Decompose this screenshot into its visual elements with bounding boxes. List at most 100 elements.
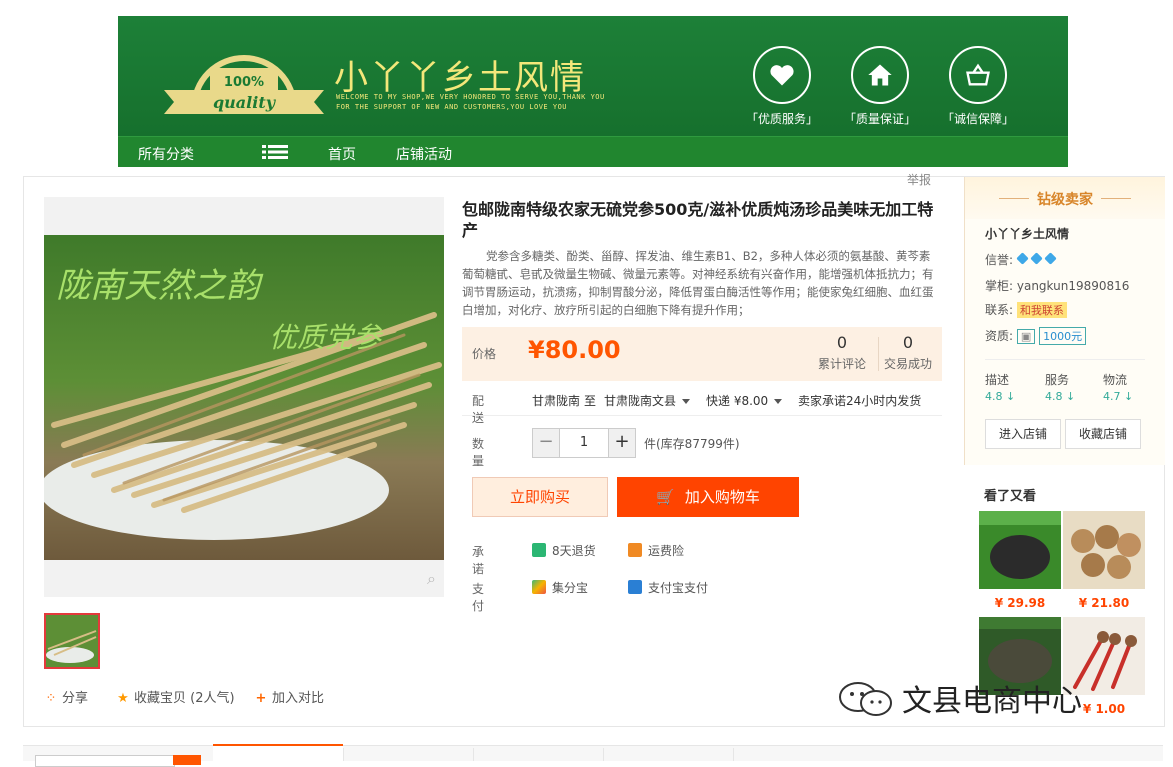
share-button[interactable]: ⁘ 分享: [44, 687, 88, 706]
item-price: ¥ 29.98: [994, 596, 1046, 610]
report-link[interactable]: 举报: [907, 171, 931, 188]
price-value: ¥80.00: [528, 336, 621, 364]
compare-button[interactable]: + 加入对比: [254, 687, 324, 706]
seller-qualification: 资质: ▣ 1000元: [985, 327, 1087, 345]
basket-icon: [949, 46, 1007, 104]
also-viewed-item[interactable]: ¥ 21.80: [1063, 511, 1145, 610]
shop-search-button[interactable]: [173, 755, 201, 765]
deposit-badge[interactable]: 1000元: [1039, 327, 1087, 345]
shop-banner: 100% quality 小丫丫乡土风情 WELCOME TO MY SHOP,…: [118, 16, 1068, 167]
svg-text:100%: 100%: [224, 75, 264, 90]
divider: [985, 359, 1145, 360]
alipay-payment[interactable]: 支付宝支付: [628, 579, 708, 596]
service-quality[interactable]: 「优质服务」: [742, 46, 822, 127]
rating-service: 服务 4.8 ↓: [1045, 373, 1076, 403]
price-label: 价格: [472, 347, 497, 361]
list-menu-icon[interactable]: [262, 145, 288, 159]
reviews-count: 0: [836, 333, 848, 352]
insurance-icon: [628, 543, 642, 557]
product-detail: 举报 陇南天然之韵 优质党参 ⌕ ⁘ 分享 ★ 收藏宝贝 (2人气) + 加入对…: [23, 173, 1165, 727]
service-label: 「诚信保障」: [941, 112, 1014, 126]
zoom-icon[interactable]: ⌕: [427, 569, 436, 589]
quantity-label: 数量: [472, 437, 485, 468]
jifenbao-icon: [532, 580, 546, 594]
seller-name[interactable]: 小丫丫乡土风情: [985, 225, 1069, 242]
quality-badge-logo: 100% quality: [164, 55, 324, 114]
wechat-watermark: 文县电商中心: [838, 676, 1082, 720]
shipping-fee-select[interactable]: 快递 ¥8.00: [706, 392, 783, 409]
buy-now-button[interactable]: 立即购买: [472, 477, 608, 517]
slogan-line-2: FOR THE SUPPORT OF NEW AND CUSTOMERS,YOU…: [336, 103, 568, 111]
cart-icon: 🛒: [656, 488, 675, 506]
chevron-down-icon: [682, 399, 691, 404]
enter-shop-button[interactable]: 进入店铺: [985, 419, 1061, 449]
service-label: 「优质服务」: [745, 112, 818, 126]
star-icon: ★: [117, 691, 129, 706]
also-viewed-item[interactable]: ¥ 29.98: [979, 511, 1061, 610]
share-icon: ⁘: [45, 691, 57, 706]
product-photo[interactable]: 陇南天然之韵 优质党参: [44, 235, 444, 560]
svg-text:陇南天然之韵: 陇南天然之韵: [56, 266, 264, 306]
shipping-from: 甘肃陇南: [532, 394, 581, 408]
service-label: 「质量保证」: [843, 112, 916, 126]
price-panel: 价格 ¥80.00 0 累计评论 0 交易成功: [462, 327, 942, 381]
keeper-name: yangkun19890816: [1016, 279, 1130, 293]
product-gallery: 陇南天然之韵 优质党参 ⌕: [44, 197, 444, 597]
id-card-icon[interactable]: ▣: [1016, 329, 1036, 344]
shop-search-input[interactable]: [35, 755, 175, 767]
deals-label: 交易成功: [883, 357, 932, 371]
tab-active[interactable]: [213, 744, 343, 762]
chevron-down-icon: [774, 399, 783, 404]
heart-icon: [753, 46, 811, 104]
return-policy-link[interactable]: 8天退货: [532, 542, 596, 559]
seller-contact: 联系: 和我联系: [985, 301, 1067, 318]
shipping-destination-select[interactable]: 甘肃陇南文县: [604, 392, 691, 409]
reviews-label: 累计评论: [817, 357, 866, 371]
decor-line: [1101, 198, 1131, 199]
divider: [603, 748, 604, 761]
item-price: ¥ 21.80: [1078, 596, 1130, 610]
stock-info: 件(库存87799件): [644, 437, 740, 451]
product-thumbnail[interactable]: [44, 613, 100, 669]
shipping-label: 配送: [472, 394, 485, 425]
contact-seller-button[interactable]: 和我联系: [1016, 302, 1067, 318]
shipping-insurance-link[interactable]: 运费险: [628, 542, 684, 559]
favorite-button[interactable]: ★ 收藏宝贝 (2人气): [116, 687, 234, 706]
home-icon: [851, 46, 909, 104]
seller-level-header: 钻级卖家: [965, 177, 1165, 219]
seven-day-return-icon: [532, 543, 546, 557]
also-viewed-title: 看了又看: [984, 489, 1037, 504]
rating-description: 描述 4.8 ↓: [985, 373, 1016, 403]
nav-activities[interactable]: 店铺活动: [396, 144, 452, 164]
divider: [343, 748, 344, 761]
shop-nav: 所有分类 首页 店铺活动: [118, 136, 1068, 167]
nav-all-categories[interactable]: 所有分类: [138, 144, 194, 164]
favorite-shop-button[interactable]: 收藏店铺: [1065, 419, 1141, 449]
product-image: [1063, 511, 1145, 589]
rating-logistics: 物流 4.7 ↓: [1103, 373, 1134, 403]
quantity-increase-button[interactable]: +: [608, 429, 635, 457]
nav-home[interactable]: 首页: [328, 144, 356, 164]
deals-stat: 0 交易成功: [878, 333, 938, 372]
banner-header: 100% quality 小丫丫乡土风情 WELCOME TO MY SHOP,…: [118, 16, 1068, 136]
bottom-tab-bar: [23, 744, 1163, 767]
divider: [473, 748, 474, 761]
diamond-icon: [1016, 252, 1029, 265]
promise-label: 承诺: [472, 545, 485, 576]
service-integrity[interactable]: 「诚信保障」: [938, 46, 1018, 127]
diamond-icon: [1030, 252, 1043, 265]
quantity-input[interactable]: 1: [560, 429, 608, 457]
divider: [462, 415, 942, 416]
alipay-icon: [628, 580, 642, 594]
deals-count: 0: [902, 333, 914, 352]
add-to-cart-button[interactable]: 🛒 加入购物车: [617, 477, 799, 517]
quantity-stepper: − 1 +: [532, 428, 636, 458]
jifenbao-payment[interactable]: 集分宝: [532, 579, 588, 596]
shipping-promise: 卖家承诺24小时内发货: [798, 394, 922, 408]
product-description: 党参含多糖类、酚类、甾醇、挥发油、维生素B1、B2，多种人体必须的氨基酸、黄芩素…: [462, 249, 934, 317]
seller-credit: 信誉:: [985, 251, 1059, 268]
shipping-to-word: 至: [584, 394, 597, 408]
quantity-decrease-button[interactable]: −: [533, 429, 560, 457]
reviews-stat[interactable]: 0 累计评论: [812, 333, 872, 372]
service-guarantee[interactable]: 「质量保证」: [840, 46, 920, 127]
